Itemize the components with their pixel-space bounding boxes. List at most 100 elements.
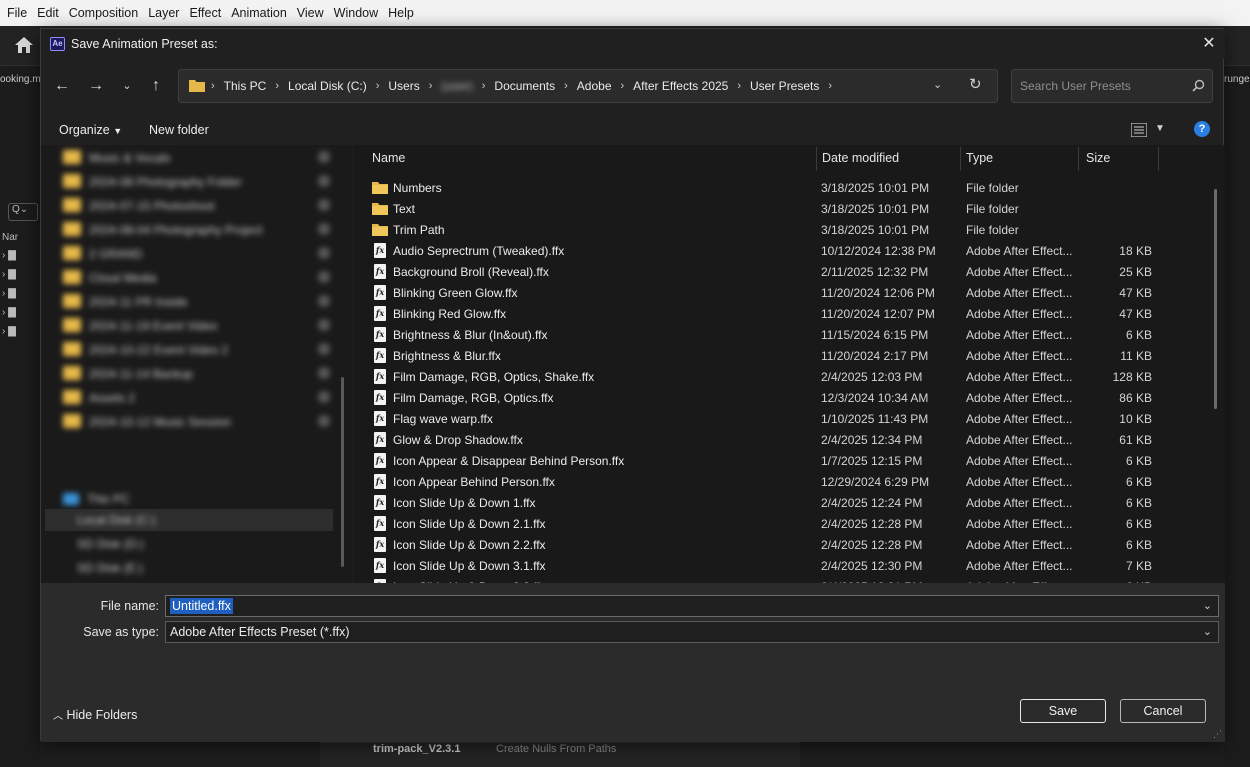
breadcrumb-chevron-icon[interactable]: › (376, 80, 380, 92)
file-row[interactable]: fx Icon Slide Up & Down 1.ffx 2/4/2025 12:… (354, 492, 1214, 513)
column-type[interactable]: Type (966, 151, 993, 165)
file-row[interactable]: fx Icon Slide Up & Down 2.1.ffx 2/4/2025 1… (354, 513, 1214, 534)
menu-item-window[interactable]: Window (329, 6, 383, 20)
file-row[interactable]: fx Blinking Green Glow.ffx 11/20/2024 12:0… (354, 282, 1214, 303)
sidebar-item[interactable]: 2024-08 Photography Folder (63, 171, 330, 191)
address-bar[interactable]: › This PC › Local Disk (C:) › Users › (user) › Do… (178, 69, 998, 103)
file-name-field[interactable]: Untitled.ffx ⌄ (165, 595, 1219, 617)
up-arrow-icon[interactable]: ↑ (143, 73, 169, 99)
help-icon[interactable]: ? (1194, 121, 1210, 137)
breadcrumb-chevron-icon[interactable]: › (275, 80, 279, 92)
file-list-scrollbar[interactable] (1214, 189, 1217, 409)
menu-item-effect[interactable]: Effect (184, 6, 226, 20)
file-row[interactable]: Text 3/18/2025 10:01 PM File folder (354, 198, 1214, 219)
sidebar-item[interactable]: 2024-10-22 Event Video 2 (63, 339, 330, 359)
recent-locations-chevron-icon[interactable]: ⌄ (114, 73, 140, 99)
sidebar-item-this-pc[interactable]: This PC (63, 491, 130, 506)
ae-row[interactable]: › ▇ (2, 250, 16, 261)
menu-item-composition[interactable]: Composition (64, 6, 143, 20)
sidebar-item-drive[interactable]: Local Disk (C:) (77, 513, 156, 527)
view-options-icon[interactable] (1131, 123, 1147, 137)
address-dropdown-chevron-icon[interactable]: ⌄ (933, 78, 942, 91)
breadcrumb-chevron-icon[interactable]: › (564, 80, 568, 92)
menu-item-file[interactable]: File (2, 6, 32, 20)
file-row[interactable]: fx Film Damage, RGB, Optics, Shake.ffx 2/4… (354, 366, 1214, 387)
file-row[interactable]: fx Background Broll (Reveal).ffx 2/11/2025… (354, 261, 1214, 282)
sidebar-item[interactable]: 2024-07-15 Photoshoot (63, 195, 330, 215)
sidebar-item[interactable]: 2024-08-04 Photography Project (63, 219, 330, 239)
column-divider[interactable] (816, 147, 817, 171)
breadcrumb-chevron-icon[interactable]: › (737, 80, 741, 92)
breadcrumb-chevron-icon[interactable]: › (482, 80, 486, 92)
cancel-button[interactable]: Cancel (1120, 699, 1206, 723)
ae-row[interactable]: › ▇ (2, 288, 16, 299)
save-button[interactable]: Save (1020, 699, 1106, 723)
new-folder-button[interactable]: New folder (149, 123, 209, 137)
forward-arrow-icon[interactable]: → (83, 73, 109, 99)
column-name[interactable]: Name (372, 151, 405, 165)
breadcrumb-chevron-icon[interactable]: › (828, 80, 832, 92)
sidebar-item[interactable]: 2024-11-19 Event Video (63, 315, 330, 335)
home-icon[interactable] (14, 36, 34, 54)
close-button[interactable]: ✕ (1197, 33, 1221, 55)
sidebar-item[interactable]: Cloud Media (63, 267, 330, 287)
breadcrumb-item[interactable]: Local Disk (C:) (288, 79, 367, 93)
column-size[interactable]: Size (1086, 151, 1110, 165)
file-row[interactable]: fxIcon Slide Up & Down 3.2.ffx2/4/2025 1… (354, 576, 1214, 583)
column-divider[interactable] (960, 147, 961, 171)
search-box[interactable] (1011, 69, 1213, 103)
file-row[interactable]: fx Flag wave warp.ffx 1/10/2025 11:43 PM Ad… (354, 408, 1214, 429)
menu-item-edit[interactable]: Edit (32, 6, 64, 20)
file-row[interactable]: fx Brightness & Blur.ffx 11/20/2024 2:17 P… (354, 345, 1214, 366)
column-divider[interactable] (1078, 147, 1079, 171)
file-row[interactable]: fx Icon Appear Behind Person.ffx 12/29/202… (354, 471, 1214, 492)
breadcrumb-chevron-icon[interactable]: › (429, 80, 433, 92)
navigation-scrollbar[interactable] (341, 377, 344, 567)
file-row[interactable]: fx Brightness & Blur (In&out).ffx 11/15/20… (354, 324, 1214, 345)
breadcrumb-item[interactable]: This PC (224, 79, 267, 93)
sidebar-item[interactable]: Music & Vocals (63, 147, 330, 167)
ae-row[interactable]: › ▇ (2, 307, 16, 318)
breadcrumb-chevron-icon[interactable]: › (211, 80, 215, 92)
file-row[interactable]: fx Icon Slide Up & Down 2.2.ffx 2/4/2025 1… (354, 534, 1214, 555)
ae-row[interactable]: › ▇ (2, 269, 16, 280)
file-row[interactable]: fx Audio Seprectrum (Tweaked).ffx 10/12/20… (354, 240, 1214, 261)
ae-row[interactable]: › ▇ (2, 326, 16, 337)
ae-project-search[interactable]: Q⌄ (8, 203, 38, 221)
search-input[interactable] (1012, 70, 1187, 102)
resize-grip-icon[interactable]: ⋰ (1213, 729, 1222, 740)
breadcrumb-item[interactable]: Documents (494, 79, 555, 93)
refresh-icon[interactable]: ↻ (969, 75, 982, 93)
column-date-modified[interactable]: Date modified (822, 151, 899, 165)
sidebar-item-drive[interactable]: SD Disk (D:) (77, 537, 144, 551)
file-row[interactable]: fx Blinking Red Glow.ffx 11/20/2024 12:07 … (354, 303, 1214, 324)
file-row[interactable]: Trim Path 3/18/2025 10:01 PM File folder (354, 219, 1214, 240)
view-dropdown-chevron-icon[interactable]: ▼ (1155, 123, 1165, 134)
file-row[interactable]: fx Film Damage, RGB, Optics.ffx 12/3/2024 … (354, 387, 1214, 408)
sidebar-item[interactable]: 2 GRAND (63, 243, 330, 263)
file-row[interactable]: fx Icon Appear & Disappear Behind Person.… (354, 450, 1214, 471)
file-row[interactable]: fx Icon Slide Up & Down 3.1.ffx 2/4/2025 1… (354, 555, 1214, 576)
hide-folders-button[interactable]: ︿ Hide Folders (53, 707, 137, 722)
breadcrumb-chevron-icon[interactable]: › (621, 80, 625, 92)
save-as-type-select[interactable]: Adobe After Effects Preset (*.ffx) ⌄ (165, 621, 1219, 643)
file-name-dropdown-chevron-icon[interactable]: ⌄ (1203, 599, 1212, 612)
menu-item-layer[interactable]: Layer (143, 6, 184, 20)
file-row[interactable]: Numbers 3/18/2025 10:01 PM File folder (354, 177, 1214, 198)
ae-bottom-tab-2[interactable]: Create Nulls From Paths (496, 743, 616, 755)
sidebar-item[interactable]: Assets 2 (63, 387, 330, 407)
organize-menu[interactable]: Organize ▼ (59, 123, 122, 137)
breadcrumb-item[interactable]: After Effects 2025 (633, 79, 728, 93)
menu-item-animation[interactable]: Animation (226, 6, 292, 20)
menu-item-help[interactable]: Help (383, 6, 419, 20)
breadcrumb-item[interactable]: Users (388, 79, 419, 93)
sidebar-item[interactable]: 2024-11 PR Inside (63, 291, 330, 311)
column-divider[interactable] (1158, 147, 1159, 171)
file-row[interactable]: fx Glow & Drop Shadow.ffx 2/4/2025 12:34 P… (354, 429, 1214, 450)
breadcrumb-item[interactable]: User Presets (750, 79, 819, 93)
sidebar-item[interactable]: 2024-10-12 Music Session (63, 411, 330, 431)
sidebar-item-drive[interactable]: SD Disk (E:) (77, 561, 143, 575)
menu-item-view[interactable]: View (292, 6, 329, 20)
sidebar-item[interactable]: 2024-11-14 Backup (63, 363, 330, 383)
ae-bottom-tab[interactable]: trim-pack_V2.3.1 (373, 743, 460, 755)
